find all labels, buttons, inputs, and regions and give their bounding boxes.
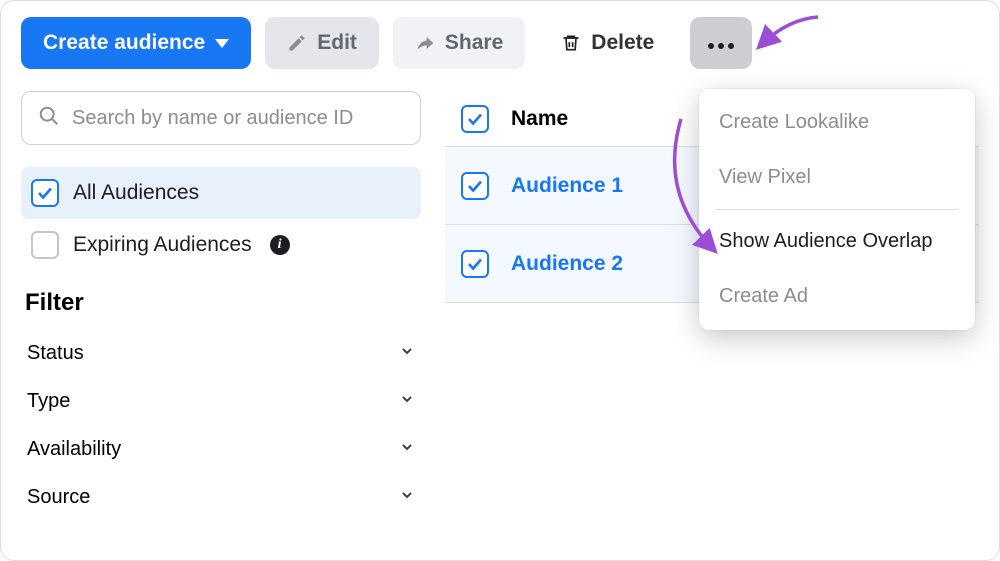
audience-link[interactable]: Audience 1 — [511, 174, 623, 198]
audience-selector: All Audiences Expiring Audiences i — [21, 167, 421, 271]
chevron-down-icon — [399, 438, 415, 461]
share-label: Share — [445, 31, 503, 55]
filter-status-label: Status — [27, 342, 84, 365]
create-audience-button[interactable]: Create audience — [21, 17, 251, 69]
chevron-down-icon — [399, 486, 415, 509]
sidebar-item-expiring-audiences[interactable]: Expiring Audiences i — [21, 219, 421, 271]
more-button[interactable] — [690, 17, 752, 69]
menu-show-audience-overlap[interactable]: Show Audience Overlap — [699, 214, 975, 269]
checkbox-row-2[interactable] — [461, 250, 489, 278]
audience-link[interactable]: Audience 2 — [511, 252, 623, 276]
filter-type-label: Type — [27, 390, 70, 413]
expiring-label: Expiring Audiences — [73, 233, 252, 257]
caret-down-icon — [215, 39, 229, 48]
checkbox-all[interactable] — [31, 179, 59, 207]
search-icon — [38, 105, 60, 132]
pencil-icon — [287, 33, 307, 53]
checkbox-select-all[interactable] — [461, 105, 489, 133]
audiences-panel: Create audience Edit Share Delete — [0, 0, 1000, 561]
chevron-down-icon — [399, 390, 415, 413]
trash-icon — [561, 32, 581, 54]
checkbox-row-1[interactable] — [461, 172, 489, 200]
edit-button[interactable]: Edit — [265, 17, 379, 69]
toolbar: Create audience Edit Share Delete — [21, 17, 979, 69]
more-actions-menu: Create Lookalike View Pixel Show Audienc… — [699, 89, 975, 330]
filter-source[interactable]: Source — [21, 473, 421, 521]
menu-create-ad[interactable]: Create Ad — [699, 269, 975, 324]
filter-type[interactable]: Type — [21, 377, 421, 425]
ellipsis-icon — [708, 31, 734, 55]
filter-heading: Filter — [25, 289, 421, 317]
delete-button[interactable]: Delete — [539, 17, 676, 69]
menu-separator — [715, 209, 959, 210]
all-audiences-label: All Audiences — [73, 181, 199, 205]
create-audience-label: Create audience — [43, 31, 205, 55]
delete-label: Delete — [591, 31, 654, 55]
search-input[interactable] — [72, 107, 404, 130]
column-header-name: Name — [511, 107, 568, 131]
sidebar-item-all-audiences[interactable]: All Audiences — [21, 167, 421, 219]
filter-status[interactable]: Status — [21, 329, 421, 377]
checkbox-expiring[interactable] — [31, 231, 59, 259]
edit-label: Edit — [317, 31, 357, 55]
filter-availability[interactable]: Availability — [21, 425, 421, 473]
menu-view-pixel[interactable]: View Pixel — [699, 150, 975, 205]
info-icon[interactable]: i — [270, 235, 290, 255]
filter-source-label: Source — [27, 486, 90, 509]
chevron-down-icon — [399, 342, 415, 365]
search-box[interactable] — [21, 91, 421, 145]
share-icon — [415, 33, 435, 53]
menu-create-lookalike[interactable]: Create Lookalike — [699, 95, 975, 150]
share-button[interactable]: Share — [393, 17, 525, 69]
sidebar: All Audiences Expiring Audiences i Filte… — [21, 91, 421, 521]
filter-availability-label: Availability — [27, 438, 121, 461]
